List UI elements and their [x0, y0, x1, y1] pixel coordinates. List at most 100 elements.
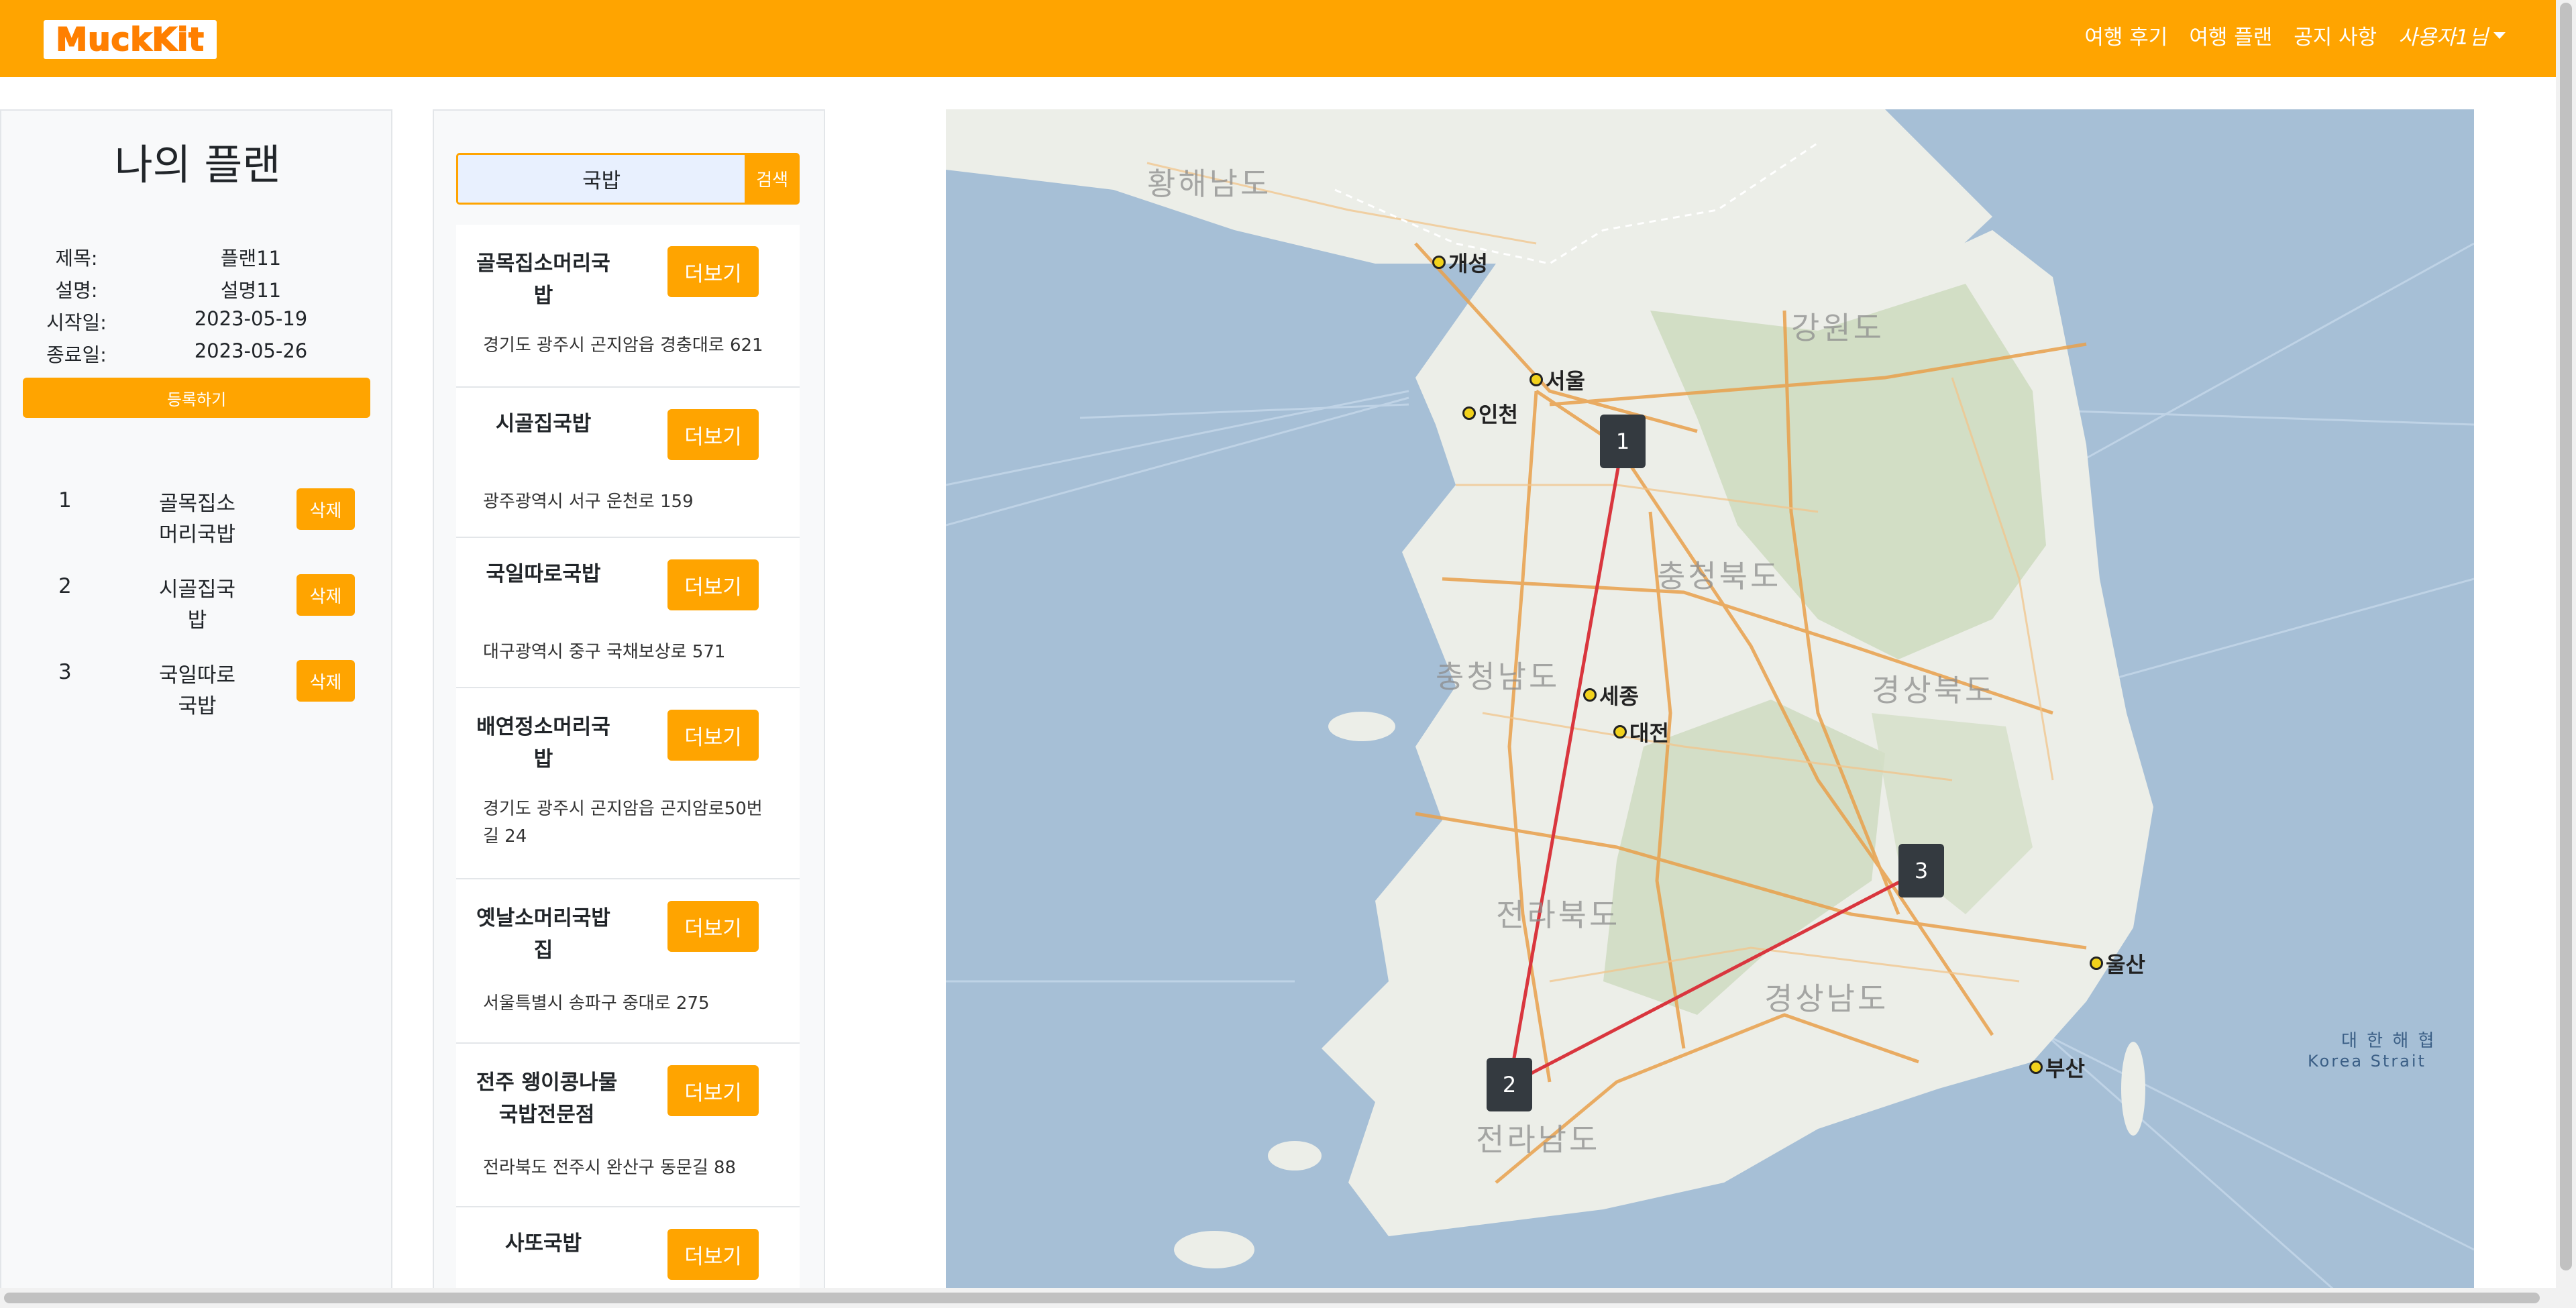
city-label: 세종	[1583, 679, 1639, 710]
search-box: 검색	[456, 153, 800, 205]
nav-links: 여행 후기 여행 플랜 공지 사항 사용자1님	[2084, 0, 2506, 70]
city-dot-icon	[1583, 688, 1597, 702]
plan-item-number: 1	[58, 488, 72, 512]
search-panel: 검색 골목집소머리국밥 더보기 경기도 광주시 곤지암읍 경충대로 621 시골…	[433, 109, 825, 1308]
field-label: 제목:	[55, 247, 98, 270]
horizontal-scrollbar[interactable]	[0, 1288, 2556, 1308]
field-value: 2023-05-19	[194, 307, 308, 330]
result-address: 경기도 광주시 곤지암읍 경충대로 621	[483, 335, 763, 356]
plan-item-number: 2	[58, 574, 72, 598]
plan-item-name: 시골집국밥	[158, 578, 236, 633]
result-card: 옛날소머리국밥집 더보기 서울특별시 송파구 중대로 275	[456, 879, 800, 1044]
result-name: 전주 왱이콩나물국밥전문점	[476, 1071, 618, 1127]
scrollbar-thumb[interactable]	[4, 1293, 2540, 1303]
city-label: 울산	[2090, 948, 2145, 979]
result-name: 사또국밥	[504, 1232, 582, 1256]
more-button[interactable]: 더보기	[667, 1065, 759, 1116]
result-name: 옛날소머리국밥집	[476, 906, 610, 963]
plan-item-name: 국일따로국밥	[158, 663, 236, 718]
field-value: 플랜11	[220, 247, 282, 270]
result-name: 국일따로국밥	[486, 562, 601, 586]
result-name: 골목집소머리국밥	[476, 252, 610, 308]
field-label: 종료일:	[46, 343, 107, 366]
scrollbar-thumb[interactable]	[2560, 3, 2572, 1270]
result-card: 시골집국밥 더보기 광주광역시 서구 운천로 159	[456, 388, 800, 538]
field-value: 설명11	[220, 279, 282, 302]
route-marker[interactable]: 3	[1898, 844, 1944, 897]
nav-plans-link[interactable]: 여행 플랜	[2189, 20, 2272, 50]
region-label: 경상남도	[1764, 981, 1889, 1017]
search-input[interactable]	[456, 153, 745, 205]
search-results: 골목집소머리국밥 더보기 경기도 광주시 곤지암읍 경충대로 621 시골집국밥…	[456, 225, 800, 1301]
field-label: 시작일:	[46, 311, 107, 334]
vertical-scrollbar[interactable]	[2556, 0, 2576, 1308]
nav-notices-link[interactable]: 공지 사항	[2294, 20, 2377, 50]
more-button[interactable]: 더보기	[667, 1229, 759, 1280]
region-label: 경상북도	[1872, 672, 1996, 708]
region-label: 충청남도	[1436, 659, 1560, 695]
nav-reviews-link[interactable]: 여행 후기	[2084, 20, 2167, 50]
register-button[interactable]: 등록하기	[23, 378, 370, 418]
plan-description-row: 설명: 설명11	[23, 275, 372, 307]
city-dot-icon	[1432, 256, 1446, 269]
delete-button[interactable]: 삭제	[297, 574, 355, 616]
result-name: 시골집국밥	[495, 412, 592, 436]
plan-list-item: 2 시골집국밥 삭제	[1, 574, 394, 648]
sea-label: Korea Strait	[2308, 1052, 2426, 1071]
user-name: 사용자1님	[2398, 25, 2488, 50]
result-card: 국일따로국밥 더보기 대구광역시 중구 국채보상로 571	[456, 538, 800, 688]
result-card: 사또국밥 더보기	[456, 1207, 800, 1301]
plan-item-number: 3	[58, 660, 72, 684]
region-label: 전라북도	[1496, 897, 1621, 933]
plan-list-item: 3 국일따로국밥 삭제	[1, 660, 394, 734]
delete-button[interactable]: 삭제	[297, 660, 355, 702]
city-dot-icon	[1462, 406, 1476, 420]
plan-list-item: 1 골목집소머리국밥 삭제	[1, 488, 394, 562]
region-label: 충청북도	[1657, 558, 1782, 594]
muckkit-logo[interactable]: MuckKit	[44, 20, 217, 59]
logo-text: MuckKit	[55, 21, 205, 59]
route-marker[interactable]: 1	[1600, 415, 1646, 468]
city-dot-icon	[2090, 957, 2103, 970]
city-label: 서울	[1529, 364, 1585, 395]
result-address: 대구광역시 중구 국채보상로 571	[483, 642, 726, 662]
result-address: 경기도 광주시 곤지암읍 곤지암로50번길 24	[483, 799, 763, 847]
delete-button[interactable]: 삭제	[297, 488, 355, 530]
region-label: 전라남도	[1476, 1122, 1601, 1158]
city-label: 부산	[2029, 1052, 2085, 1083]
field-value: 2023-05-26	[194, 339, 308, 362]
result-address: 서울특별시 송파구 중대로 275	[483, 993, 710, 1014]
field-label: 설명:	[55, 279, 98, 302]
user-dropdown[interactable]: 사용자1님	[2398, 20, 2506, 50]
city-label: 대전	[1613, 716, 1669, 747]
plan-start-date-row: 시작일: 2023-05-19	[23, 307, 372, 339]
result-card: 배연정소머리국밥 더보기 경기도 광주시 곤지암읍 곤지암로50번길 24	[456, 688, 800, 879]
route-map[interactable]: 황해남도 강원도 충청북도 충청남도 경상북도 전라북도 경상남도 전라남도 개…	[946, 109, 2474, 1308]
more-button[interactable]: 더보기	[667, 246, 759, 297]
result-name: 배연정소머리국밥	[476, 715, 610, 771]
city-dot-icon	[1613, 725, 1627, 739]
region-label: 강원도	[1791, 310, 1884, 346]
plan-end-date-row: 종료일: 2023-05-26	[23, 339, 372, 372]
result-card: 골목집소머리국밥 더보기 경기도 광주시 곤지암읍 경충대로 621	[456, 225, 800, 388]
my-plan-panel: 나의 플랜 제목: 플랜11 설명: 설명11 시작일: 2023-05-19 …	[0, 109, 392, 1308]
city-label: 인천	[1462, 398, 1518, 429]
plan-title-row: 제목: 플랜11	[23, 243, 372, 275]
result-address: 광주광역시 서구 운천로 159	[483, 492, 694, 512]
more-button[interactable]: 더보기	[667, 409, 759, 460]
result-card: 전주 왱이콩나물국밥전문점 더보기 전라북도 전주시 완산구 동문길 88	[456, 1044, 800, 1207]
caret-down-icon	[2493, 32, 2506, 39]
more-button[interactable]: 더보기	[667, 710, 759, 761]
more-button[interactable]: 더보기	[667, 901, 759, 952]
search-button[interactable]: 검색	[745, 153, 800, 205]
route-marker[interactable]: 2	[1487, 1058, 1532, 1111]
plan-title: 나의 플랜	[114, 140, 281, 189]
city-dot-icon	[2029, 1060, 2043, 1074]
plan-item-name: 골목집소머리국밥	[158, 492, 236, 547]
city-dot-icon	[1529, 373, 1543, 386]
map-base-layer	[946, 109, 2474, 1308]
top-navbar: MuckKit 여행 후기 여행 플랜 공지 사항 사용자1님	[0, 0, 2556, 77]
sea-label: 대 한 해 협	[2341, 1031, 2436, 1051]
region-label: 황해남도	[1147, 166, 1272, 202]
more-button[interactable]: 더보기	[667, 559, 759, 610]
